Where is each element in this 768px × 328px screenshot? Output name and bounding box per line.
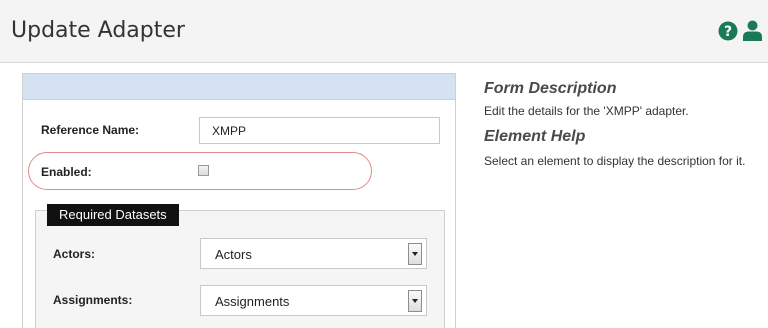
reference-name-label: Reference Name:: [41, 123, 140, 137]
element-help-text: Select an element to display the descrip…: [484, 154, 746, 168]
help-sidebar: Form Description Edit the details for th…: [484, 80, 764, 168]
reference-name-input[interactable]: XMPP: [199, 117, 440, 144]
header-icons: ?: [718, 20, 762, 41]
element-help-title: Element Help: [484, 128, 586, 145]
enabled-checkbox[interactable]: [198, 165, 209, 176]
required-datasets-fieldset: Required Datasets Actors: Actors Assignm…: [35, 204, 445, 328]
enabled-label: Enabled:: [41, 165, 92, 179]
actors-select-value: Actors: [215, 247, 252, 262]
assignments-label: Assignments:: [53, 293, 133, 307]
actors-select[interactable]: Actors: [200, 238, 427, 269]
chevron-down-icon[interactable]: [408, 290, 422, 312]
assignments-select[interactable]: Assignments: [200, 285, 427, 316]
form-panel-title-bar: [23, 74, 455, 100]
form-description-title: Form Description: [484, 80, 617, 97]
chevron-down-icon[interactable]: [408, 243, 422, 265]
adapter-form-panel: Reference Name: XMPP Enabled: Required D…: [22, 73, 456, 328]
question-circle-icon[interactable]: ?: [718, 21, 738, 41]
page-title: Update Adapter: [11, 18, 185, 43]
required-datasets-legend: Required Datasets: [47, 204, 179, 226]
form-description-text: Edit the details for the 'XMPP' adapter.: [484, 104, 689, 118]
user-icon[interactable]: [743, 20, 762, 41]
actors-label: Actors:: [53, 247, 96, 261]
assignments-select-value: Assignments: [215, 294, 290, 309]
page-header: Update Adapter ?: [0, 0, 768, 63]
svg-text:?: ?: [724, 24, 732, 40]
